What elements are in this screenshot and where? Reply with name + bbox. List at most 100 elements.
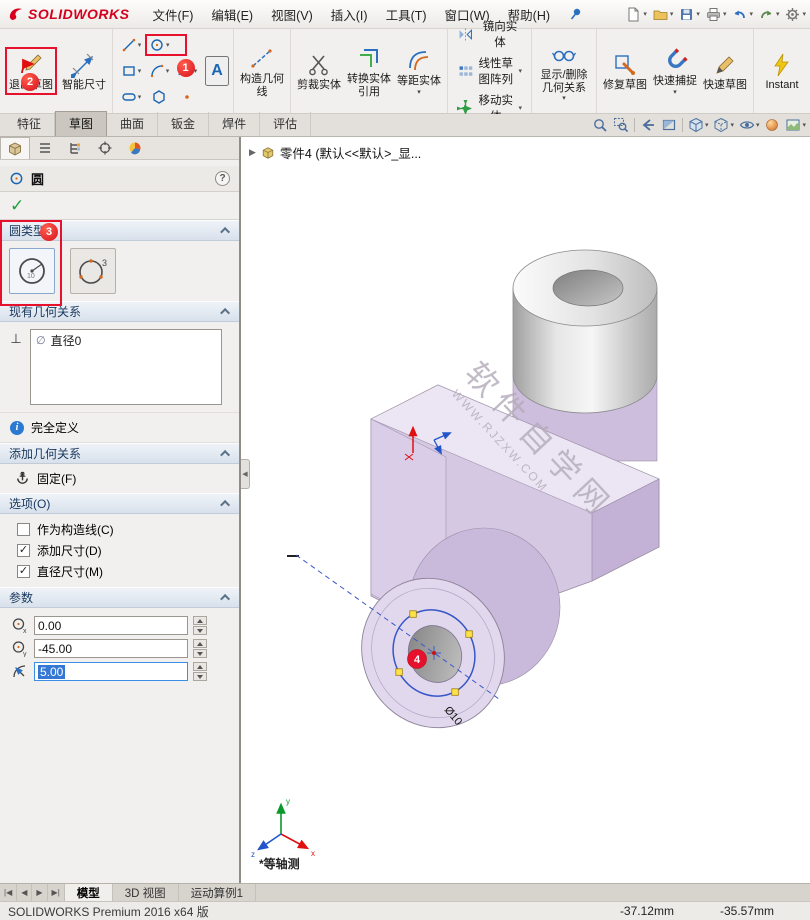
arc-tool-button[interactable] [148,62,171,80]
tab-scroll-prev[interactable]: ◀ [17,884,32,901]
tab-3d-views[interactable]: 3D 视图 [113,884,179,901]
relation-list-item[interactable]: ∅ 直径0 [31,330,221,351]
pin-menu-icon[interactable] [569,7,583,21]
feature-tree-flyout[interactable]: ▶ 零件4 (默认<<默认>_显... [249,143,421,162]
point-tool-button[interactable] [178,88,196,106]
center-x-field[interactable]: 0.00 [34,616,188,635]
annotation-badge-3: 3 [40,223,58,241]
tab-dimxpert[interactable] [90,137,120,159]
solidworks-logo: SOLIDWORKS [6,6,143,22]
tab-sheet-metal[interactable]: 钣金 [158,112,209,136]
definition-status-label: 完全定义 [31,419,79,436]
center-y-field[interactable]: -45.00 [34,639,188,658]
redo-button[interactable] [756,4,782,25]
graphics-viewport[interactable]: 软件自学网 WWW.RJZXW.COM Ø10 [241,137,810,883]
tab-sketch[interactable]: 草图 [55,111,107,136]
quick-snaps-button[interactable]: 快速捕捉 [651,45,699,97]
mirror-entities-button[interactable]: 镜向实体 [452,16,527,52]
help-button[interactable]: ? [215,171,230,186]
undo-button[interactable] [729,4,755,25]
convert-entities-button[interactable]: 转换实体引用 [345,43,393,99]
center-y-stepper[interactable] [193,639,207,658]
rapid-sketch-button[interactable]: 快速草图 [701,49,749,93]
handle-east[interactable] [466,631,473,638]
fix-relation-button[interactable]: 固定(F) [11,467,230,490]
handle-west[interactable] [396,669,403,676]
model-scene[interactable]: 软件自学网 WWW.RJZXW.COM Ø10 [241,137,810,883]
view-orientation-button[interactable] [688,117,709,133]
linear-sketch-pattern-button[interactable]: 线性草图阵列 [452,53,527,89]
radius-stepper[interactable] [193,662,207,681]
offset-entities-button[interactable]: 等距实体 [395,45,443,97]
menu-edit[interactable]: 编辑(E) [202,0,262,29]
trim-entities-button[interactable]: 剪裁实体 [295,49,343,93]
tab-featuretree[interactable] [30,137,60,159]
menu-view[interactable]: 视图(V) [262,0,322,29]
construction-geometry-button[interactable]: 构造几何线 [238,43,286,99]
parameters-header[interactable]: 参数 [0,587,239,608]
open-document-button[interactable] [650,4,676,25]
section-view-button[interactable] [661,117,677,133]
center-circle-type-button[interactable]: 10 [9,248,55,294]
handle-south[interactable] [452,689,459,696]
menu-insert[interactable]: 插入(I) [322,0,377,29]
relations-listbox[interactable]: ∅ 直径0 [30,329,222,405]
line-tool-button[interactable] [120,36,143,54]
menu-file[interactable]: 文件(F) [143,0,202,29]
display-style-button[interactable] [713,117,734,133]
panel-collapse-handle[interactable]: ◀ [241,459,250,489]
feature-tree-item-label[interactable]: 零件4 (默认<<默认>_显... [280,143,421,162]
tab-features[interactable]: 特征 [4,112,55,136]
redo-icon [758,6,775,23]
circle-tool-button[interactable] [148,36,171,54]
perimeter-circle-type-button[interactable]: 3 [70,248,116,294]
rectangle-tool-button[interactable] [120,62,143,80]
tab-configurations[interactable] [60,137,90,159]
handle-north[interactable] [410,611,417,618]
construction-checkbox[interactable] [17,523,30,536]
options-header[interactable]: 选项(O) [0,493,239,514]
tab-scroll-first[interactable]: |◀ [0,884,17,901]
target-icon [97,140,113,156]
circle-type-header[interactable]: 圆类型 [0,220,239,241]
display-delete-relations-button[interactable]: 显示/删除几何关系 [536,39,592,103]
expand-arrow-icon[interactable]: ▶ [249,147,256,158]
section-parameters: 参数 x 0.00 y -45.00 [0,587,239,689]
tab-surfaces[interactable]: 曲面 [107,112,158,136]
new-document-button[interactable] [623,4,649,25]
instant2d-button[interactable]: Instant [758,49,806,93]
add-relations-header[interactable]: 添加几何关系 [0,443,239,464]
hide-show-items-button[interactable] [739,117,760,133]
tab-evaluate[interactable]: 评估 [260,112,311,136]
tab-weldments[interactable]: 焊件 [209,112,260,136]
print-button[interactable] [703,4,729,25]
tab-scroll-next[interactable]: ▶ [32,884,47,901]
slot-tool-button[interactable] [120,88,143,106]
existing-relations-header[interactable]: 现有几何关系 [0,301,239,322]
text-tool-button[interactable]: A [205,56,229,86]
ok-button[interactable]: ✓ [10,196,24,216]
document-tab-bar: |◀ ◀ ▶ ▶| 模型 3D 视图 运动算例1 [0,883,810,901]
save-button[interactable] [676,4,702,25]
view-settings-button[interactable] [785,117,806,133]
tab-scroll-last[interactable]: ▶| [48,884,65,901]
diameter-dimension-checkbox[interactable]: ✓ [17,565,30,578]
smart-dimension-button[interactable]: 智能尺寸 [60,49,108,93]
tab-propertymanager[interactable] [0,137,30,159]
repair-sketch-button[interactable]: 修复草图 [601,49,649,93]
sketch-center-point[interactable] [432,651,436,655]
polygon-tool-button[interactable] [150,88,168,106]
zoom-fit-button[interactable] [592,117,608,133]
tab-model[interactable]: 模型 [65,884,113,901]
options-button[interactable] [782,4,808,25]
display-style-icon [713,117,729,133]
tab-displaymanager[interactable] [120,137,150,159]
radius-field[interactable]: 5.00 [34,662,188,681]
previous-view-button[interactable] [640,117,656,133]
tab-motion-study[interactable]: 运动算例1 [179,884,256,901]
edit-appearance-button[interactable] [764,117,780,133]
add-dimension-checkbox[interactable]: ✓ [17,544,30,557]
center-x-stepper[interactable] [193,616,207,635]
zoom-area-button[interactable] [613,117,629,133]
menu-tools[interactable]: 工具(T) [377,0,436,29]
